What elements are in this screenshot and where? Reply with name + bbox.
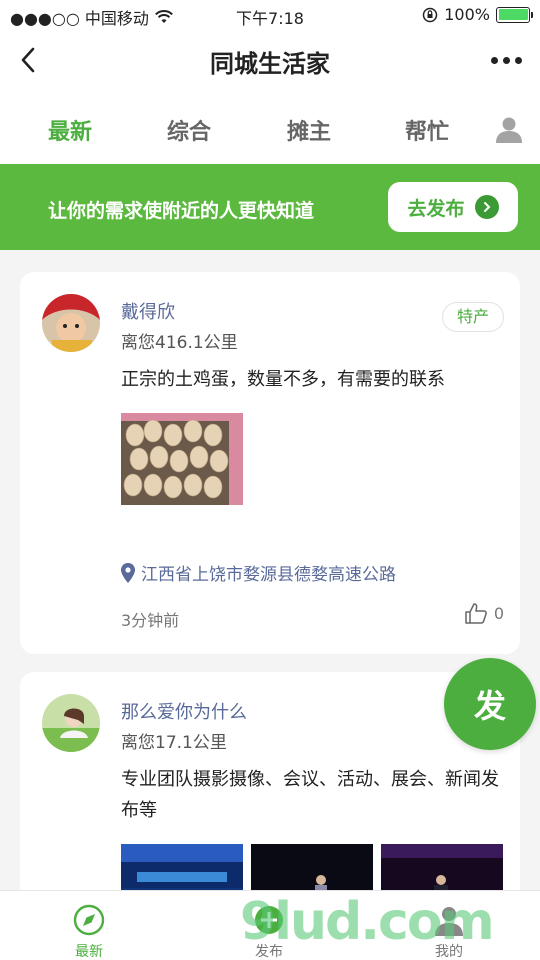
page-title: 同城生活家 — [210, 50, 330, 78]
avatar[interactable] — [42, 694, 100, 752]
distance-label: 离您17.1公里 — [121, 733, 227, 753]
dot-icon — [502, 56, 510, 64]
arrow-right-icon — [474, 195, 499, 219]
nav-bar: 同城生活家 — [0, 30, 540, 92]
post-card[interactable]: 戴得欣 离您416.1公里 特产 正宗的土鸡蛋，数量不多，有需要的联系 江西省上 — [20, 272, 520, 654]
publish-fab[interactable]: 发 — [444, 658, 536, 750]
go-publish-button[interactable]: 去发布 — [388, 182, 518, 232]
like-button[interactable]: 0 — [464, 602, 504, 624]
battery-percent: 100% — [444, 5, 490, 24]
distance-label: 离您416.1公里 — [121, 333, 238, 353]
user-icon[interactable] — [494, 114, 524, 144]
post-image[interactable] — [121, 413, 243, 505]
author-name[interactable]: 那么爱你为什么 — [121, 698, 247, 724]
tabbar-label: 最新 — [75, 944, 103, 960]
post-content: 专业团队摄影摄像、会议、活动、展会、新闻发布等 — [121, 769, 499, 821]
post-time: 3分钟前 — [121, 611, 180, 630]
like-count: 0 — [493, 603, 504, 623]
more-button[interactable] — [486, 42, 526, 78]
tab-help[interactable]: 帮忙 — [405, 114, 449, 146]
tab-latest[interactable]: 最新 — [48, 114, 92, 146]
location-pin-icon — [121, 562, 135, 583]
banner-text: 让你的需求使附近的人更快知道 — [48, 200, 315, 222]
publish-banner: 让你的需求使附近的人更快知道 去发布 — [0, 164, 540, 250]
rotation-lock-icon — [423, 7, 438, 22]
post-location[interactable]: 江西省上饶市婺源县德婺高速公路 — [121, 560, 396, 585]
tab-general[interactable]: 综合 — [167, 114, 211, 146]
status-right: 100% — [422, 5, 533, 24]
dot-icon — [490, 56, 498, 64]
post-content: 正宗的土鸡蛋，数量不多，有需要的联系 — [121, 369, 445, 390]
dot-icon — [514, 56, 522, 64]
watermark: 9lud.com — [240, 892, 495, 952]
battery-icon — [496, 6, 533, 23]
category-tag[interactable]: 特产 — [441, 302, 504, 332]
go-publish-label: 去发布 — [407, 197, 465, 220]
avatar[interactable] — [42, 294, 100, 352]
status-bar: ●●●○○ 中国移动 下午7:18 100% — [0, 0, 540, 30]
category-tabs: 最新 综合 摊主 帮忙 — [0, 92, 540, 164]
location-label: 江西省上饶市婺源县德婺高速公路 — [141, 565, 396, 585]
tab-vendor[interactable]: 摊主 — [287, 114, 331, 146]
tabbar-item-latest[interactable]: 最新 — [44, 903, 134, 960]
thumbs-up-icon — [465, 603, 487, 624]
compass-icon — [73, 904, 105, 936]
author-name[interactable]: 戴得欣 — [121, 298, 175, 324]
